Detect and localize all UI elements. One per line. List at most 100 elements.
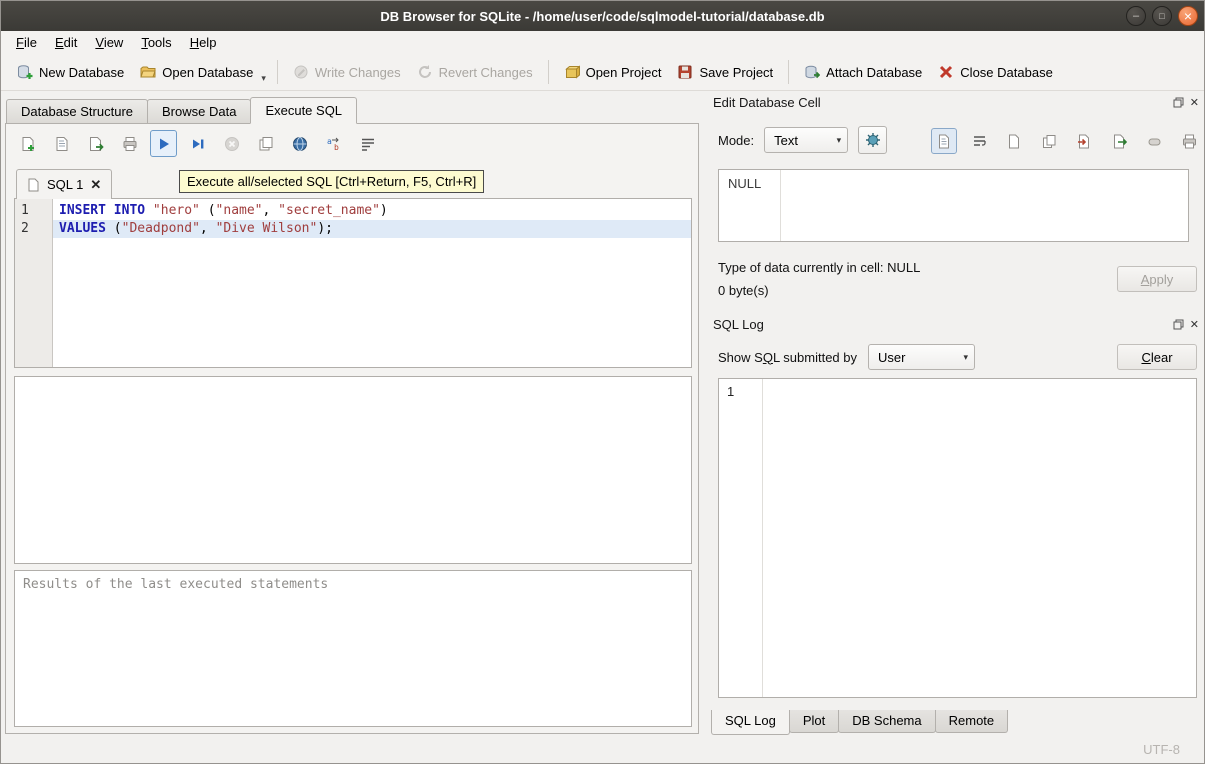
duplicate-tab-button[interactable] — [252, 130, 279, 157]
set-null-icon — [1147, 134, 1162, 149]
save-sql-file-button[interactable] — [82, 130, 109, 157]
dock-tab-db-schema[interactable]: DB Schema — [838, 710, 935, 733]
open-project-icon — [564, 64, 580, 80]
open-database-button[interactable]: Open Database — [132, 58, 261, 86]
text-mode-button[interactable] — [931, 128, 957, 154]
log-line-number: 1 — [719, 379, 763, 697]
execute-all-button[interactable] — [150, 130, 177, 157]
svg-text:b: b — [334, 143, 339, 152]
save-sql-icon — [88, 136, 104, 152]
revert-changes-icon — [417, 64, 433, 80]
cell-type-info: Type of data currently in cell: NULL — [718, 260, 920, 275]
new-database-icon — [17, 64, 33, 80]
code-line[interactable]: INSERT INTO "hero" ("name", "secret_name… — [53, 202, 691, 220]
dock-tab-sql-log[interactable]: SQL Log — [711, 710, 790, 735]
copy-cell-button[interactable] — [1036, 128, 1062, 154]
apply-button[interactable]: Apply — [1117, 266, 1197, 292]
word-wrap-icon — [972, 134, 987, 149]
new-database-button[interactable]: New Database — [9, 58, 132, 86]
window-title: DB Browser for SQLite - /home/user/code/… — [380, 9, 824, 24]
open-cell-file-button[interactable] — [1001, 128, 1027, 154]
menu-help[interactable]: Help — [181, 32, 226, 53]
close-button[interactable] — [1178, 6, 1198, 26]
open-database-dropdown-icon[interactable]: ▾ — [261, 73, 270, 84]
browse-button[interactable] — [286, 130, 313, 157]
line-number: 2 — [15, 220, 52, 238]
cell-editor[interactable]: NULL — [718, 169, 1189, 242]
titlebar: DB Browser for SQLite - /home/user/code/… — [1, 1, 1204, 31]
cell-edit-area[interactable] — [781, 170, 1188, 241]
execute-sql-pane: ab SQL 1 ✕ 12 INSERT INTO "hero" ("name"… — [5, 123, 699, 734]
mode-value: Text — [774, 133, 828, 148]
save-project-button[interactable]: Save Project — [669, 58, 781, 86]
dock-tab-remote[interactable]: Remote — [935, 710, 1009, 733]
open-sql-file-button[interactable] — [48, 130, 75, 157]
copy-icon — [1042, 134, 1057, 149]
dock-tab-plot[interactable]: Plot — [789, 710, 839, 733]
main-tab-bar: Database Structure Browse Data Execute S… — [6, 97, 356, 124]
print-icon — [1182, 134, 1197, 149]
log-content — [763, 379, 1196, 697]
execute-tooltip: Execute all/selected SQL [Ctrl+Return, F… — [179, 170, 484, 193]
close-dock-icon[interactable]: ✕ — [1190, 96, 1199, 109]
close-database-button[interactable]: Close Database — [930, 58, 1061, 86]
print-icon — [122, 136, 138, 152]
import-cell-button[interactable] — [1071, 128, 1097, 154]
maximize-button[interactable] — [1152, 6, 1172, 26]
app-window: DB Browser for SQLite - /home/user/code/… — [0, 0, 1205, 764]
edit-cell-title: Edit Database Cell — [713, 95, 821, 110]
tab-execute-sql[interactable]: Execute SQL — [250, 97, 357, 124]
encoding-indicator[interactable]: UTF-8 — [1143, 742, 1180, 757]
code-lines[interactable]: INSERT INTO "hero" ("name", "secret_name… — [53, 199, 691, 367]
execute-all-icon — [156, 136, 172, 152]
minimize-button[interactable] — [1126, 6, 1146, 26]
export-cell-button[interactable] — [1106, 128, 1132, 154]
text-document-icon — [937, 134, 952, 149]
execute-current-line-button[interactable] — [184, 130, 211, 157]
sql-log-view[interactable]: 1 — [718, 378, 1197, 698]
sql-document-tab[interactable]: SQL 1 ✕ — [16, 169, 112, 199]
sql-tab-label: SQL 1 — [47, 177, 83, 192]
chevron-down-icon: ▾ — [837, 135, 842, 146]
print-sql-button[interactable] — [116, 130, 143, 157]
menu-view[interactable]: View — [86, 32, 132, 53]
svg-text:a: a — [327, 137, 332, 146]
tab-browse-data[interactable]: Browse Data — [147, 99, 251, 124]
close-dock-icon[interactable]: ✕ — [1190, 318, 1199, 331]
save-project-icon — [677, 64, 693, 80]
menu-file[interactable]: File — [7, 32, 46, 53]
mode-combobox[interactable]: Text ▾ — [764, 127, 848, 153]
open-project-button[interactable]: Open Project — [556, 58, 670, 86]
window-controls — [1126, 6, 1198, 26]
tab-database-structure[interactable]: Database Structure — [6, 99, 148, 124]
revert-changes-button[interactable]: Revert Changes — [409, 58, 541, 86]
sql-toolbar: ab — [14, 130, 381, 157]
edit-cell-header: Edit Database Cell ✕ — [713, 93, 1199, 111]
stop-button[interactable] — [218, 130, 245, 157]
results-grid[interactable] — [14, 376, 692, 564]
word-wrap-button[interactable] — [966, 128, 992, 154]
menu-edit[interactable]: Edit — [46, 32, 86, 53]
float-dock-icon[interactable] — [1173, 97, 1184, 108]
find-replace-button[interactable]: ab — [320, 130, 347, 157]
stop-icon — [224, 136, 240, 152]
cell-value: NULL — [719, 170, 781, 241]
print-cell-button[interactable] — [1176, 128, 1202, 154]
log-filter-combobox[interactable]: User ▾ — [868, 344, 975, 370]
clear-log-button[interactable]: Clear — [1117, 344, 1197, 370]
word-wrap-icon — [360, 136, 376, 152]
duplicate-icon — [258, 136, 274, 152]
format-sql-button[interactable] — [354, 130, 381, 157]
sql-editor[interactable]: 12 INSERT INTO "hero" ("name", "secret_n… — [14, 198, 692, 368]
close-tab-icon[interactable]: ✕ — [90, 177, 101, 193]
write-changes-button[interactable]: Write Changes — [285, 58, 409, 86]
new-sql-tab-button[interactable] — [14, 130, 41, 157]
float-dock-icon[interactable] — [1173, 319, 1184, 330]
find-replace-icon: ab — [326, 136, 342, 152]
menu-tools[interactable]: Tools — [132, 32, 180, 53]
code-line[interactable]: VALUES ("Deadpond", "Dive Wilson"); — [53, 220, 691, 238]
auto-format-button[interactable] — [858, 126, 887, 154]
attach-database-button[interactable]: Attach Database — [796, 58, 930, 86]
set-null-button[interactable] — [1141, 128, 1167, 154]
sql-file-icon — [27, 178, 40, 192]
